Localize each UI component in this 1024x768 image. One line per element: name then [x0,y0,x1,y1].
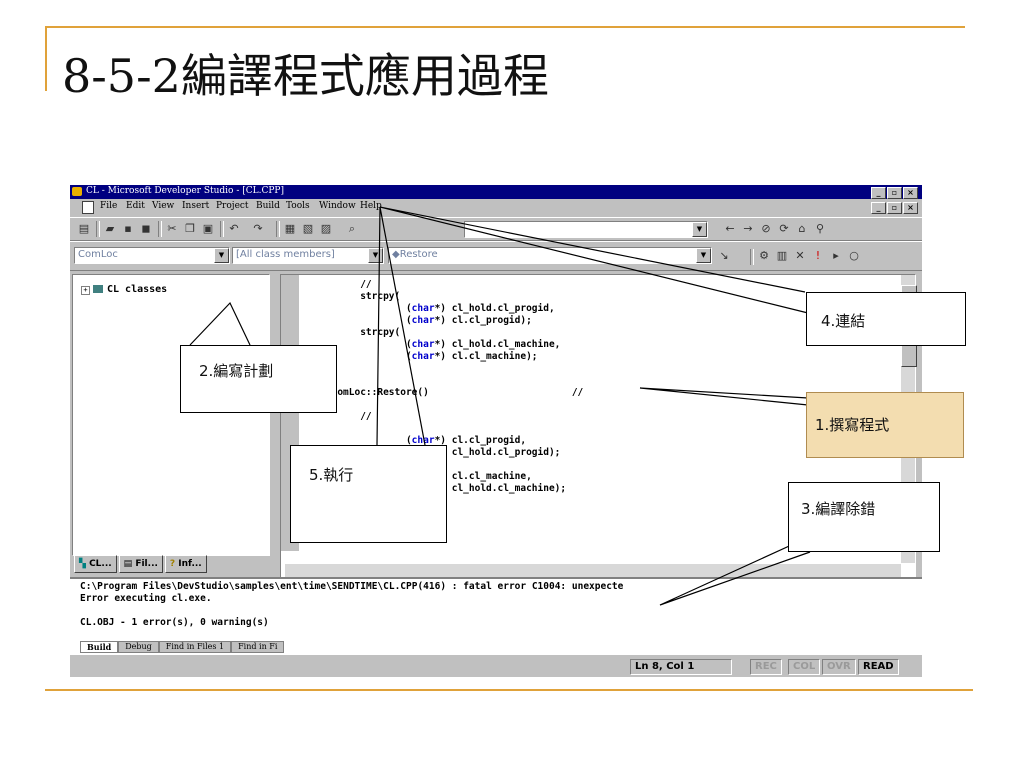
callout-compile-text: 3.編譯除錯 [801,500,876,518]
callout-plan: 2.編寫計劃 [180,345,337,413]
footer-rule [45,689,973,691]
callout-run: 5.執行 [290,445,447,543]
plan-pointer [189,301,251,346]
write-pointer [639,387,809,406]
callout-run-text: 5.執行 [309,466,354,484]
callout-write: 1.撰寫程式 [806,392,964,458]
link-pointer [379,206,809,314]
callout-compile: 3.編譯除錯 [788,482,940,552]
callout-link-text: 4.連結 [821,312,866,330]
callout-write-text: 1.撰寫程式 [815,416,890,434]
run-pointer [376,206,426,446]
callout-pointers [189,206,811,606]
callout-link: 4.連結 [806,292,966,346]
callout-plan-text: 2.編寫計劃 [199,362,274,380]
